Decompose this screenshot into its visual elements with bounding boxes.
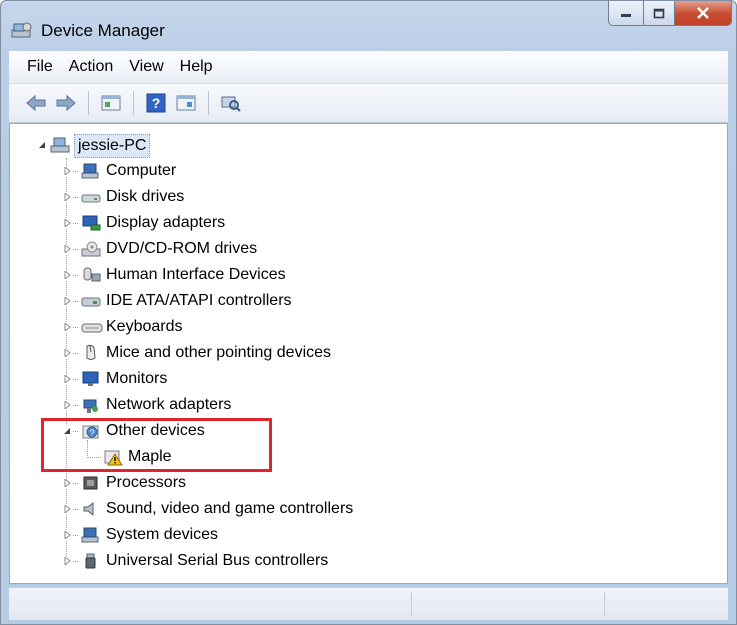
scan-hardware-icon[interactable] <box>218 90 244 116</box>
usb-icon <box>81 552 99 570</box>
device-manager-icon <box>11 21 33 39</box>
menu-bar: File Action View Help <box>9 51 728 84</box>
expand-arrow-icon[interactable] <box>62 322 72 332</box>
tree-category-label: IDE ATA/ATAPI controllers <box>106 292 292 309</box>
expand-arrow-icon[interactable] <box>62 348 72 358</box>
tree-category-label: Keyboards <box>106 318 183 335</box>
toolbar-separator <box>133 91 134 115</box>
menu-file[interactable]: File <box>21 58 63 76</box>
system-device-icon <box>81 526 99 544</box>
help-icon[interactable]: ? <box>143 90 169 116</box>
expand-arrow-icon[interactable] <box>62 270 72 280</box>
expand-arrow-icon[interactable] <box>62 166 72 176</box>
toolbar-separator <box>88 91 89 115</box>
back-icon[interactable] <box>23 90 49 116</box>
sound-icon <box>81 500 99 518</box>
expand-arrow-icon[interactable] <box>62 530 72 540</box>
window-title: Device Manager <box>41 21 165 40</box>
annotation-highlight-box <box>41 418 272 472</box>
minimize-button[interactable] <box>608 1 644 26</box>
expand-arrow-icon[interactable] <box>62 556 72 566</box>
caption-buttons <box>608 1 736 27</box>
status-divider <box>604 592 605 616</box>
expand-arrow-icon[interactable] <box>62 400 72 410</box>
expand-arrow-icon[interactable] <box>62 244 72 254</box>
network-adapter-icon <box>81 396 99 414</box>
device-tree[interactable]: jessie-PC Computer Disk drives Display ada… <box>9 123 728 584</box>
expand-arrow-icon[interactable] <box>62 218 72 228</box>
expand-arrow-icon[interactable] <box>62 504 72 514</box>
toolbar-separator <box>208 91 209 115</box>
disk-drive-icon <box>81 188 101 206</box>
computer-icon <box>50 136 70 154</box>
tree-category-label: Sound, video and game controllers <box>106 500 354 517</box>
forward-icon[interactable] <box>53 90 79 116</box>
tree-category-label: Universal Serial Bus controllers <box>106 552 329 569</box>
status-divider <box>411 592 412 616</box>
expand-arrow-icon[interactable] <box>62 192 72 202</box>
computer-icon <box>81 162 99 180</box>
menu-action[interactable]: Action <box>63 58 123 76</box>
dvd-drive-icon <box>81 240 101 258</box>
close-button[interactable] <box>675 1 732 26</box>
tree-category-label: Mice and other pointing devices <box>106 344 332 361</box>
tree-category-label: DVD/CD-ROM drives <box>106 240 258 257</box>
status-bar <box>9 587 728 620</box>
expand-arrow-icon[interactable] <box>62 374 72 384</box>
menu-help[interactable]: Help <box>174 58 223 76</box>
menu-view[interactable]: View <box>123 58 173 76</box>
keyboard-icon <box>81 318 103 336</box>
mouse-icon <box>81 344 99 362</box>
collapse-arrow-icon[interactable] <box>37 140 47 150</box>
monitor-icon <box>81 370 99 388</box>
tree-category-label: Network adapters <box>106 396 232 413</box>
tree-category-label: Monitors <box>106 370 168 387</box>
hid-icon <box>81 266 101 284</box>
tree-root-label: jessie-PC <box>74 134 151 158</box>
toolbar: ? <box>9 84 728 123</box>
properties-icon[interactable] <box>98 90 124 116</box>
device-manager-window: Device Manager File Action View Help ? j… <box>0 0 737 625</box>
ide-controller-icon <box>81 292 101 310</box>
svg-text:?: ? <box>152 95 161 111</box>
tree-category-label: System devices <box>106 526 219 543</box>
title-bar[interactable]: Device Manager <box>1 1 736 51</box>
display-adapter-icon <box>81 214 101 232</box>
tree-category-label: Computer <box>106 162 177 179</box>
expand-arrow-icon[interactable] <box>62 478 72 488</box>
tree-category-label: Disk drives <box>106 188 185 205</box>
show-hidden-icon[interactable] <box>173 90 199 116</box>
processor-icon <box>81 474 99 492</box>
maximize-button[interactable] <box>644 1 675 26</box>
tree-category-label: Display adapters <box>106 214 226 231</box>
expand-arrow-icon[interactable] <box>62 296 72 306</box>
tree-category-label: Human Interface Devices <box>106 266 286 283</box>
tree-category-label: Processors <box>106 474 187 491</box>
